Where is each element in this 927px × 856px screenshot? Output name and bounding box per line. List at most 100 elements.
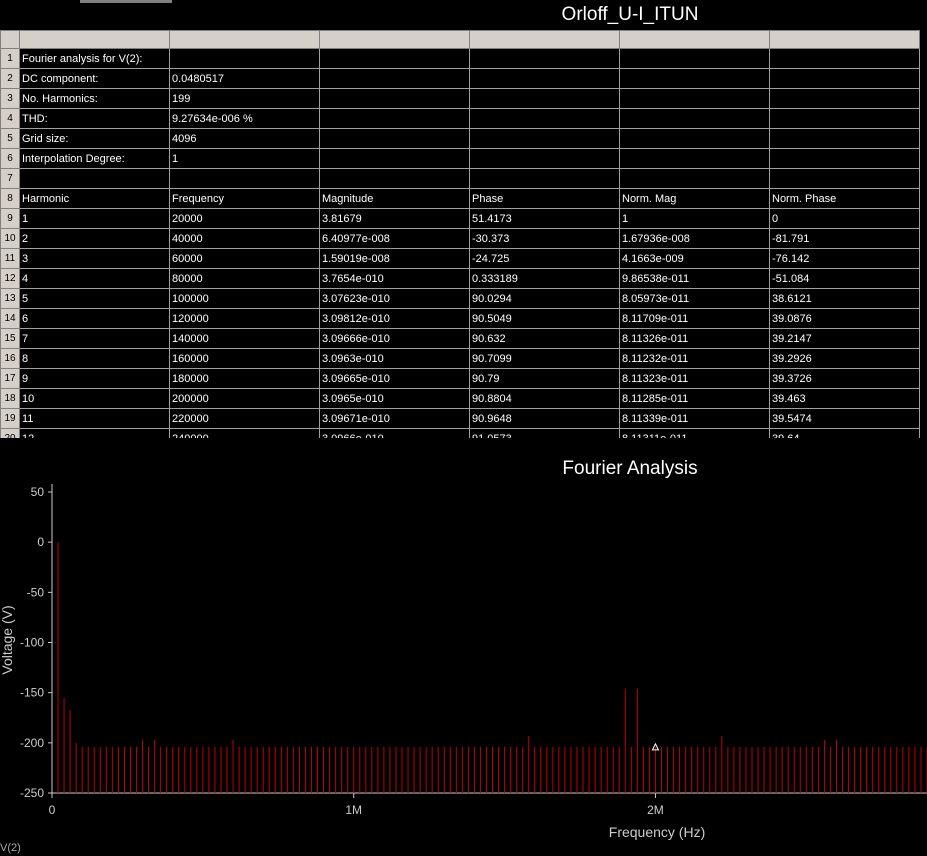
table-cell[interactable]: Interpolation Degree: [19,148,170,169]
row-header[interactable]: 5 [0,128,20,149]
table-cell[interactable]: 2 [19,228,170,249]
row-header[interactable]: 17 [0,368,20,389]
table-cell[interactable]: 4096 [169,128,320,149]
table-cell[interactable]: 3.09666e-010 [319,328,470,349]
table-cell[interactable]: 8.11339e-011 [619,408,770,429]
table-cell[interactable]: 10 [19,388,170,409]
column-header[interactable] [319,30,470,49]
table-cell[interactable]: 220000 [169,408,320,429]
table-cell[interactable]: 6.40977e-008 [319,228,470,249]
table-cell[interactable] [769,128,920,149]
table-cell[interactable] [469,48,620,69]
table-cell[interactable] [619,148,770,169]
table-cell[interactable]: 9.86538e-011 [619,268,770,289]
row-header[interactable]: 10 [0,228,20,249]
table-cell[interactable] [319,88,470,109]
row-header[interactable]: 16 [0,348,20,369]
table-cell[interactable] [769,48,920,69]
table-cell[interactable]: 199 [169,88,320,109]
table-cell[interactable]: 11 [19,408,170,429]
table-cell[interactable]: 39.463 [769,388,920,409]
table-cell[interactable]: 80000 [169,268,320,289]
table-cell[interactable]: 90.9648 [469,408,620,429]
table-cell[interactable]: 3.07623e-010 [319,288,470,309]
table-cell[interactable] [769,88,920,109]
table-cell[interactable]: Norm. Mag [619,188,770,209]
table-cell[interactable] [619,168,770,189]
table-cell[interactable] [769,68,920,89]
table-cell[interactable]: Grid size: [19,128,170,149]
fourier-spreadsheet[interactable]: 1 Fourier analysis for V(2): 2 DC component… [0,30,927,438]
row-header[interactable]: 6 [0,148,20,169]
table-cell[interactable]: Frequency [169,188,320,209]
table-cell[interactable] [619,128,770,149]
row-header[interactable]: 13 [0,288,20,309]
row-header[interactable]: 12 [0,268,20,289]
table-cell[interactable]: -30.373 [469,228,620,249]
row-header[interactable]: 4 [0,108,20,129]
table-cell[interactable]: 3.0963e-010 [319,348,470,369]
table-cell[interactable]: Magnitude [319,188,470,209]
table-cell[interactable]: 39.5474 [769,408,920,429]
table-cell[interactable] [469,168,620,189]
table-cell[interactable]: 8.11323e-011 [619,368,770,389]
table-cell[interactable]: 9 [19,368,170,389]
row-header[interactable]: 18 [0,388,20,409]
row-header[interactable]: 15 [0,328,20,349]
table-cell[interactable]: THD: [19,108,170,129]
table-cell[interactable]: 3.09671e-010 [319,408,470,429]
row-header[interactable]: 8 [0,188,20,209]
table-cell[interactable]: 5 [19,288,170,309]
table-cell[interactable]: 3.09665e-010 [319,368,470,389]
table-cell[interactable]: No. Harmonics: [19,88,170,109]
table-cell[interactable]: 8.11285e-011 [619,388,770,409]
table-cell[interactable] [619,68,770,89]
table-cell[interactable]: 3.0965e-010 [319,388,470,409]
corner-cell[interactable] [0,30,20,49]
table-cell[interactable]: Harmonic [19,188,170,209]
table-cell[interactable]: -51.084 [769,268,920,289]
table-cell[interactable]: 8.11232e-011 [619,348,770,369]
table-cell[interactable] [469,68,620,89]
table-cell[interactable]: Norm. Phase [769,188,920,209]
table-cell[interactable]: 1 [169,148,320,169]
tab-stub[interactable] [80,0,172,3]
table-cell[interactable]: 140000 [169,328,320,349]
table-cell[interactable]: 8 [19,348,170,369]
table-cell[interactable]: 90.79 [469,368,620,389]
table-cell[interactable]: 200000 [169,388,320,409]
table-cell[interactable]: -24.725 [469,248,620,269]
table-cell[interactable]: 3.0966e-010 [319,428,470,438]
table-cell[interactable] [619,88,770,109]
table-cell[interactable]: 240000 [169,428,320,438]
column-header[interactable] [169,30,320,49]
table-cell[interactable]: Fourier analysis for V(2): [19,48,170,69]
table-cell[interactable]: DC component: [19,68,170,89]
table-cell[interactable] [319,68,470,89]
table-cell[interactable]: 39.2926 [769,348,920,369]
table-cell[interactable]: 120000 [169,308,320,329]
table-cell[interactable]: 90.632 [469,328,620,349]
table-cell[interactable]: 39.2147 [769,328,920,349]
table-cell[interactable]: 1 [619,208,770,229]
table-cell[interactable]: 91.0573 [469,428,620,438]
table-cell[interactable]: 0.0480517 [169,68,320,89]
table-cell[interactable]: 8.11311e-011 [619,428,770,438]
table-cell[interactable] [469,88,620,109]
row-header[interactable]: 1 [0,48,20,69]
table-cell[interactable] [469,148,620,169]
table-cell[interactable]: -81.791 [769,228,920,249]
table-cell[interactable]: 8.11709e-011 [619,308,770,329]
table-cell[interactable] [319,168,470,189]
table-cell[interactable]: 60000 [169,248,320,269]
table-cell[interactable] [19,168,170,189]
table-cell[interactable]: 39.64 [769,428,920,438]
table-cell[interactable]: 9.27634e-006 % [169,108,320,129]
table-cell[interactable]: 4 [19,268,170,289]
table-cell[interactable] [619,108,770,129]
table-cell[interactable]: 39.0876 [769,308,920,329]
table-cell[interactable]: 40000 [169,228,320,249]
table-cell[interactable]: 1 [19,208,170,229]
table-cell[interactable] [469,108,620,129]
table-cell[interactable] [319,108,470,129]
